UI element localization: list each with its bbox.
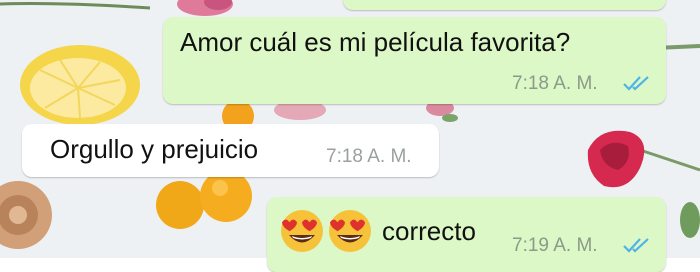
message-text: Orgullo y prejuicio [50, 134, 259, 164]
double-check-read-icon [623, 238, 649, 253]
message-bubble-outgoing-previous[interactable] [343, 0, 666, 10]
message-bubble-incoming[interactable]: Orgullo y prejuicio 7:18 A. M. [22, 124, 439, 177]
message-time: 7:19 A. M. [512, 235, 598, 256]
magenta-flower-right [587, 130, 645, 188]
double-check-read-icon [623, 76, 649, 91]
message-bubble-outgoing[interactable]: correcto 7:19 A. M. [267, 197, 666, 272]
message-time: 7:18 A. M. [326, 146, 412, 167]
heart-eyes-emoji-icon [329, 210, 371, 252]
pink-flower-top [177, 0, 233, 16]
message-text: Amor cuál es mi película favorita? [180, 27, 571, 57]
orange-right [200, 170, 252, 222]
message-time: 7:18 A. M. [512, 73, 598, 94]
message-text: correcto [382, 216, 476, 246]
message-bubble-outgoing[interactable]: Amor cuál es mi película favorita? 7:18 … [163, 17, 666, 104]
heart-eyes-emoji-icon [281, 210, 323, 252]
lemon-half [20, 45, 140, 125]
dried-flower-left [0, 181, 52, 249]
orange-left [156, 181, 204, 229]
